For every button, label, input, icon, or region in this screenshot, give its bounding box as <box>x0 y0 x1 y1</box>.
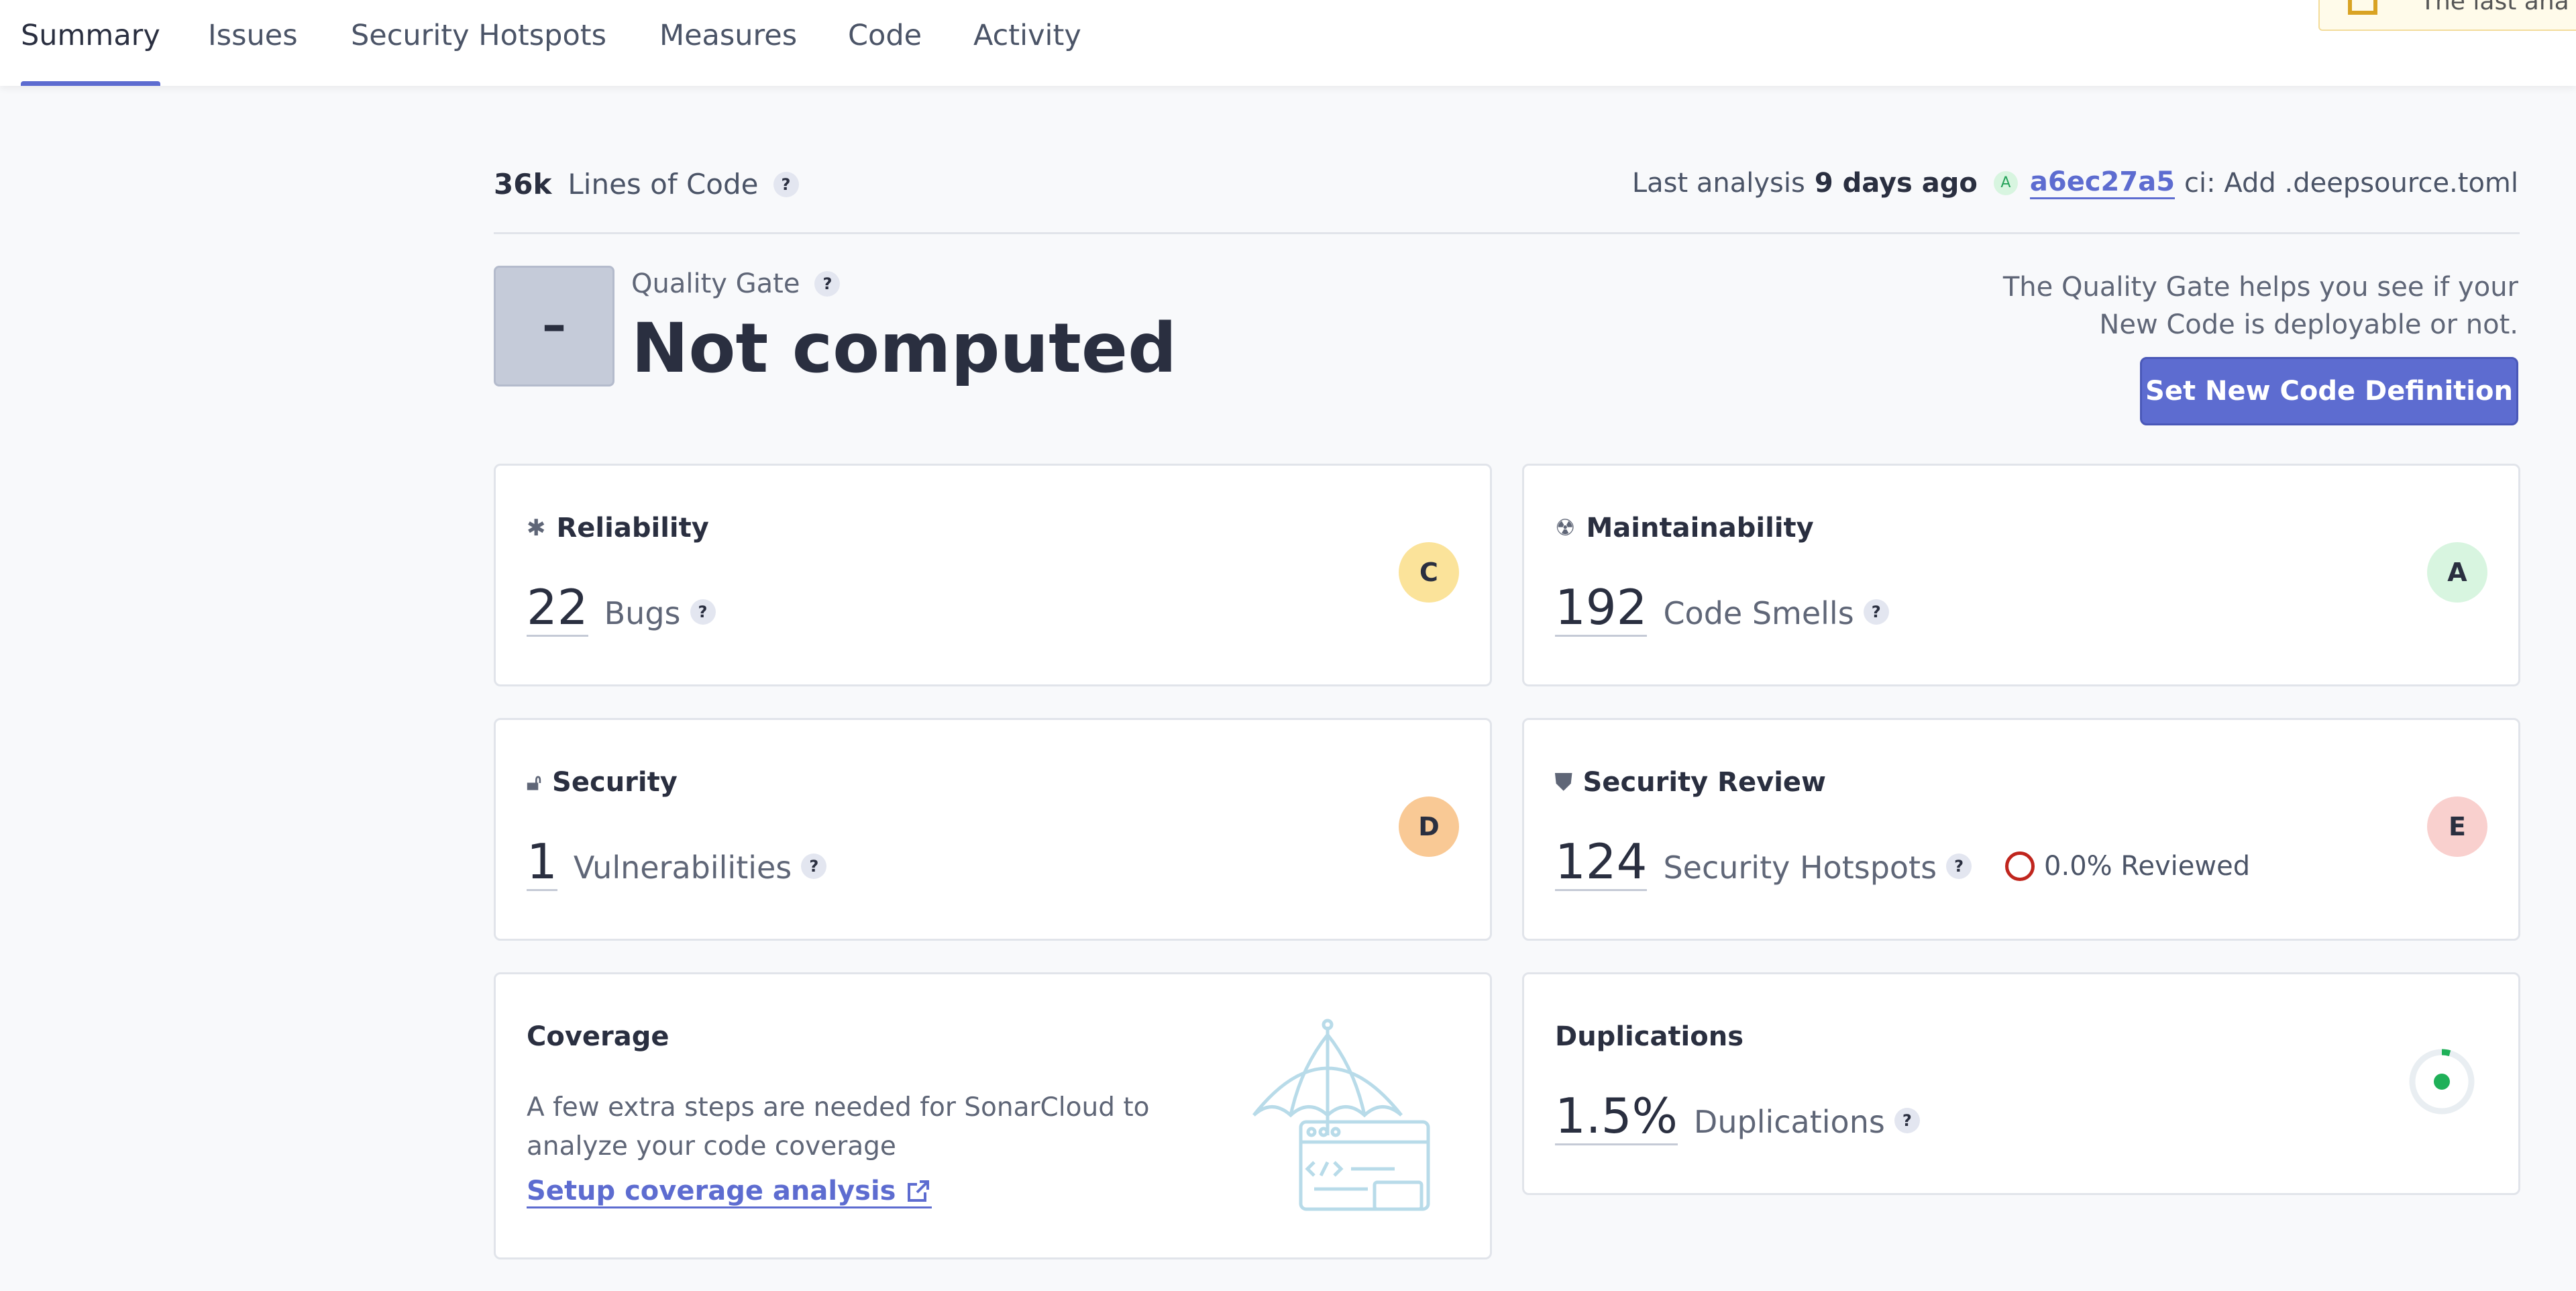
last-analysis: Last analysis 9 days ago A a6ec27a5 ci: … <box>1632 166 2518 199</box>
help-icon[interactable]: ? <box>1863 599 1889 625</box>
quality-gate-header: Quality Gate ? <box>631 268 841 299</box>
shield-icon: ⛊ <box>1555 769 1572 796</box>
lines-of-code-value: 36k <box>494 168 552 201</box>
duplications-label: Duplications <box>1693 1104 1885 1140</box>
hotspots-reviewed-label: 0.0% Reviewed <box>2044 850 2251 882</box>
duplications-value-link[interactable]: 1.5% <box>1555 1088 1678 1145</box>
hotspots-reviewed: 0.0% Reviewed <box>2005 851 2250 882</box>
duplications-donut-icon <box>2409 1049 2475 1115</box>
maintainability-title: ☢ Maintainability <box>1555 513 1814 544</box>
maintainability-metric: 192 Code Smells ? <box>1555 580 1889 637</box>
setup-coverage-link[interactable]: Setup coverage analysis <box>527 1176 932 1208</box>
security-title: 🔓︎ Security <box>527 767 678 798</box>
tab-measures[interactable]: Measures <box>659 12 797 86</box>
bug-icon: ✱ <box>527 515 546 541</box>
duplications-metric: 1.5% Duplications ? <box>1555 1088 1920 1145</box>
umbrella-illustration-icon <box>1252 1019 1430 1211</box>
tab-security-hotspots[interactable]: Security Hotspots <box>351 12 606 86</box>
coverage-card: Coverage A few extra steps are needed fo… <box>494 972 1492 1259</box>
security-hotspots-count-link[interactable]: 124 <box>1555 834 1648 891</box>
tab-issues[interactable]: Issues <box>208 12 298 86</box>
last-analysis-label: Last analysis <box>1631 167 1805 199</box>
security-review-card[interactable]: ⛊ Security Review 124 Security Hotspots … <box>1522 718 2520 941</box>
maintainability-card[interactable]: ☢ Maintainability 192 Code Smells ? A <box>1522 464 2520 686</box>
security-card[interactable]: 🔓︎ Security 1 Vulnerabilities ? D <box>494 718 1492 941</box>
help-icon[interactable]: ? <box>690 599 716 625</box>
reliability-metric: 22 Bugs ? <box>527 580 716 637</box>
commit-message: ci: Add .deepsource.toml <box>2184 167 2518 199</box>
help-icon[interactable]: ? <box>773 171 799 197</box>
last-analysis-age: 9 days ago <box>1814 167 1978 199</box>
security-metric: 1 Vulnerabilities ? <box>527 834 827 891</box>
reliability-rating-badge[interactable]: C <box>1399 542 1459 603</box>
reviewed-ring-icon <box>2005 851 2035 881</box>
help-icon[interactable]: ? <box>801 853 827 879</box>
quality-gate-status-box: – <box>494 266 614 386</box>
reliability-card[interactable]: ✱ Reliability 22 Bugs ? C <box>494 464 1492 686</box>
set-new-code-definition-button[interactable]: Set New Code Definition <box>2140 357 2518 425</box>
help-icon[interactable]: ? <box>1946 853 1972 879</box>
lines-of-code-label: Lines of Code <box>568 168 759 201</box>
warning-icon <box>2348 0 2377 15</box>
reliability-title: ✱ Reliability <box>527 513 709 544</box>
maintainability-rating-badge[interactable]: A <box>2427 542 2487 603</box>
divider <box>494 232 2520 234</box>
lines-of-code: 36k Lines of Code ? <box>494 168 799 201</box>
security-rating-badge[interactable]: D <box>1399 796 1459 857</box>
coverage-description-line: A few extra steps are needed for SonarCl… <box>527 1092 1150 1123</box>
security-hotspots-label: Security Hotspots <box>1663 849 1937 886</box>
quality-gate-label: Quality Gate <box>631 268 800 299</box>
maintainability-title-label: Maintainability <box>1586 513 1814 544</box>
security-review-metric: 124 Security Hotspots ? 0.0% Reviewed <box>1555 834 2250 891</box>
help-icon[interactable]: ? <box>1894 1107 1920 1133</box>
security-title-label: Security <box>552 767 678 798</box>
duplications-title: Duplications <box>1555 1021 1744 1052</box>
lock-icon: 🔓︎ <box>527 769 542 796</box>
code-smells-count-link[interactable]: 192 <box>1555 580 1648 637</box>
commit-hash-link[interactable]: a6ec27a5 <box>2029 166 2176 199</box>
quality-gate-help: The Quality Gate helps you see if your N… <box>2003 268 2518 344</box>
quality-gate-help-line: New Code is deployable or not. <box>2099 309 2518 340</box>
tab-code[interactable]: Code <box>848 12 922 86</box>
quality-gate-status: Not computed <box>631 309 1177 389</box>
tab-summary[interactable]: Summary <box>21 12 160 86</box>
security-review-title: ⛊ Security Review <box>1555 767 1826 798</box>
maintainability-icon: ☢ <box>1555 515 1576 541</box>
warning-notice[interactable]: The last ana <box>2318 0 2576 31</box>
coverage-description: A few extra steps are needed for SonarCl… <box>527 1088 1150 1166</box>
vulnerabilities-label: Vulnerabilities <box>573 849 792 886</box>
security-review-rating-badge[interactable]: E <box>2427 796 2487 857</box>
vulnerabilities-count-link[interactable]: 1 <box>527 834 557 891</box>
bugs-label: Bugs <box>604 595 681 631</box>
reliability-title-label: Reliability <box>556 513 709 544</box>
setup-coverage-label: Setup coverage analysis <box>527 1176 896 1206</box>
external-link-icon <box>908 1180 930 1202</box>
quality-gate-help-line: The Quality Gate helps you see if your <box>2002 272 2518 303</box>
duplications-card[interactable]: Duplications 1.5% Duplications ? <box>1522 972 2520 1195</box>
warning-notice-text: The last ana <box>2420 0 2569 15</box>
commit-rating-badge: A <box>1993 170 2018 195</box>
top-navigation: Summary Issues Security Hotspots Measure… <box>0 0 2576 86</box>
code-smells-label: Code Smells <box>1663 595 1854 631</box>
security-review-title-label: Security Review <box>1582 767 1826 798</box>
tab-activity[interactable]: Activity <box>973 12 1081 86</box>
help-icon[interactable]: ? <box>814 271 841 297</box>
coverage-description-line: analyze your code coverage <box>527 1131 896 1161</box>
bugs-count-link[interactable]: 22 <box>527 580 588 637</box>
coverage-title: Coverage <box>527 1021 669 1052</box>
